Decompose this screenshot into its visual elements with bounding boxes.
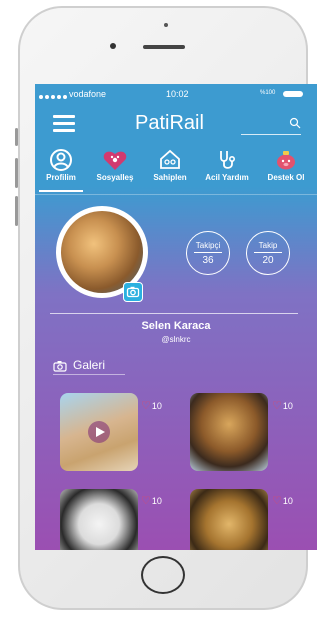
like-value: 10 xyxy=(282,401,293,411)
followers-count: 36 xyxy=(202,255,214,266)
tabs-divider xyxy=(35,194,317,195)
home-button[interactable] xyxy=(141,556,185,594)
like-count[interactable]: ♡10 xyxy=(272,399,293,412)
heart-paw-icon xyxy=(103,151,127,170)
user-handle: @slnkrc xyxy=(161,335,191,344)
signal-icon xyxy=(39,91,69,101)
heart-icon: ♡ xyxy=(272,495,282,507)
tab-sahiplen[interactable]: Sahiplen xyxy=(145,144,195,192)
volume-up-button xyxy=(15,158,18,188)
heart-icon: ♡ xyxy=(141,400,151,412)
status-bar: vodafone 10:02 %100 xyxy=(35,84,317,104)
gallery-item[interactable] xyxy=(60,489,138,550)
like-count[interactable]: ♡10 xyxy=(272,494,293,507)
like-value: 10 xyxy=(282,496,293,506)
gallery-item[interactable] xyxy=(190,393,268,471)
pet-home-icon xyxy=(160,149,180,169)
tab-bar: Profilim Sosyalleş Sahiplen Acil Yardım … xyxy=(35,144,317,192)
tab-label: Acil Yardım xyxy=(205,173,249,182)
heart-icon: ♡ xyxy=(272,400,282,412)
stat-divider xyxy=(254,252,282,253)
tab-label: Destek Ol xyxy=(267,173,305,182)
battery-percent: %100 xyxy=(260,90,276,96)
tab-sosyalles[interactable]: Sosyalleş xyxy=(89,144,141,192)
like-value: 10 xyxy=(151,401,162,411)
camera-icon xyxy=(53,360,67,372)
piggy-bank-icon xyxy=(277,151,295,170)
following-count: 20 xyxy=(262,255,274,266)
gallery-header[interactable]: Galeri xyxy=(53,358,105,372)
earpiece-speaker xyxy=(143,45,185,49)
app-screen: vodafone 10:02 %100 PatiRail Profilim So… xyxy=(35,84,317,550)
tab-label: Profilim xyxy=(46,173,76,182)
profile-divider xyxy=(50,313,298,314)
tab-destek-ol[interactable]: Destek Ol xyxy=(257,144,315,192)
front-camera xyxy=(110,43,116,49)
menu-icon[interactable] xyxy=(53,115,75,133)
app-title: PatiRail xyxy=(135,112,204,134)
stat-divider xyxy=(194,252,222,253)
heart-icon: ♡ xyxy=(141,495,151,507)
battery-icon xyxy=(283,91,303,97)
tab-label: Sahiplen xyxy=(153,173,187,182)
mute-switch xyxy=(15,128,18,146)
gallery-item[interactable] xyxy=(60,393,138,471)
carrier-name: vodafone xyxy=(69,89,107,99)
user-circle-icon xyxy=(50,149,72,171)
app-bar: PatiRail xyxy=(35,104,317,142)
like-count[interactable]: ♡10 xyxy=(141,494,162,507)
change-photo-button[interactable] xyxy=(123,282,143,302)
user-name: Selen Karaca xyxy=(141,320,211,332)
like-value: 10 xyxy=(151,496,162,506)
followers-label: Takipçi xyxy=(195,241,221,250)
status-time: 10:02 xyxy=(166,89,189,99)
gallery-title: Galeri xyxy=(73,358,106,372)
play-icon[interactable] xyxy=(88,421,110,443)
tab-acil-yardim[interactable]: Acil Yardım xyxy=(197,144,257,192)
tab-profilim[interactable]: Profilim xyxy=(37,144,85,192)
volume-down-button xyxy=(15,196,18,226)
active-tab-indicator xyxy=(39,190,83,192)
stethoscope-icon xyxy=(220,151,236,169)
like-count[interactable]: ♡10 xyxy=(141,399,162,412)
search-input[interactable] xyxy=(241,134,301,135)
following-label: Takip xyxy=(258,241,278,250)
following-stat[interactable]: Takip 20 xyxy=(246,231,290,275)
tab-label: Sosyalleş xyxy=(96,173,134,182)
followers-stat[interactable]: Takipçi 36 xyxy=(186,231,230,275)
search-icon[interactable] xyxy=(289,117,301,129)
sensor xyxy=(164,23,168,27)
gallery-underline xyxy=(53,374,125,375)
avatar-photo xyxy=(61,211,143,293)
camera-icon xyxy=(126,286,140,298)
gallery-item[interactable] xyxy=(190,489,268,550)
